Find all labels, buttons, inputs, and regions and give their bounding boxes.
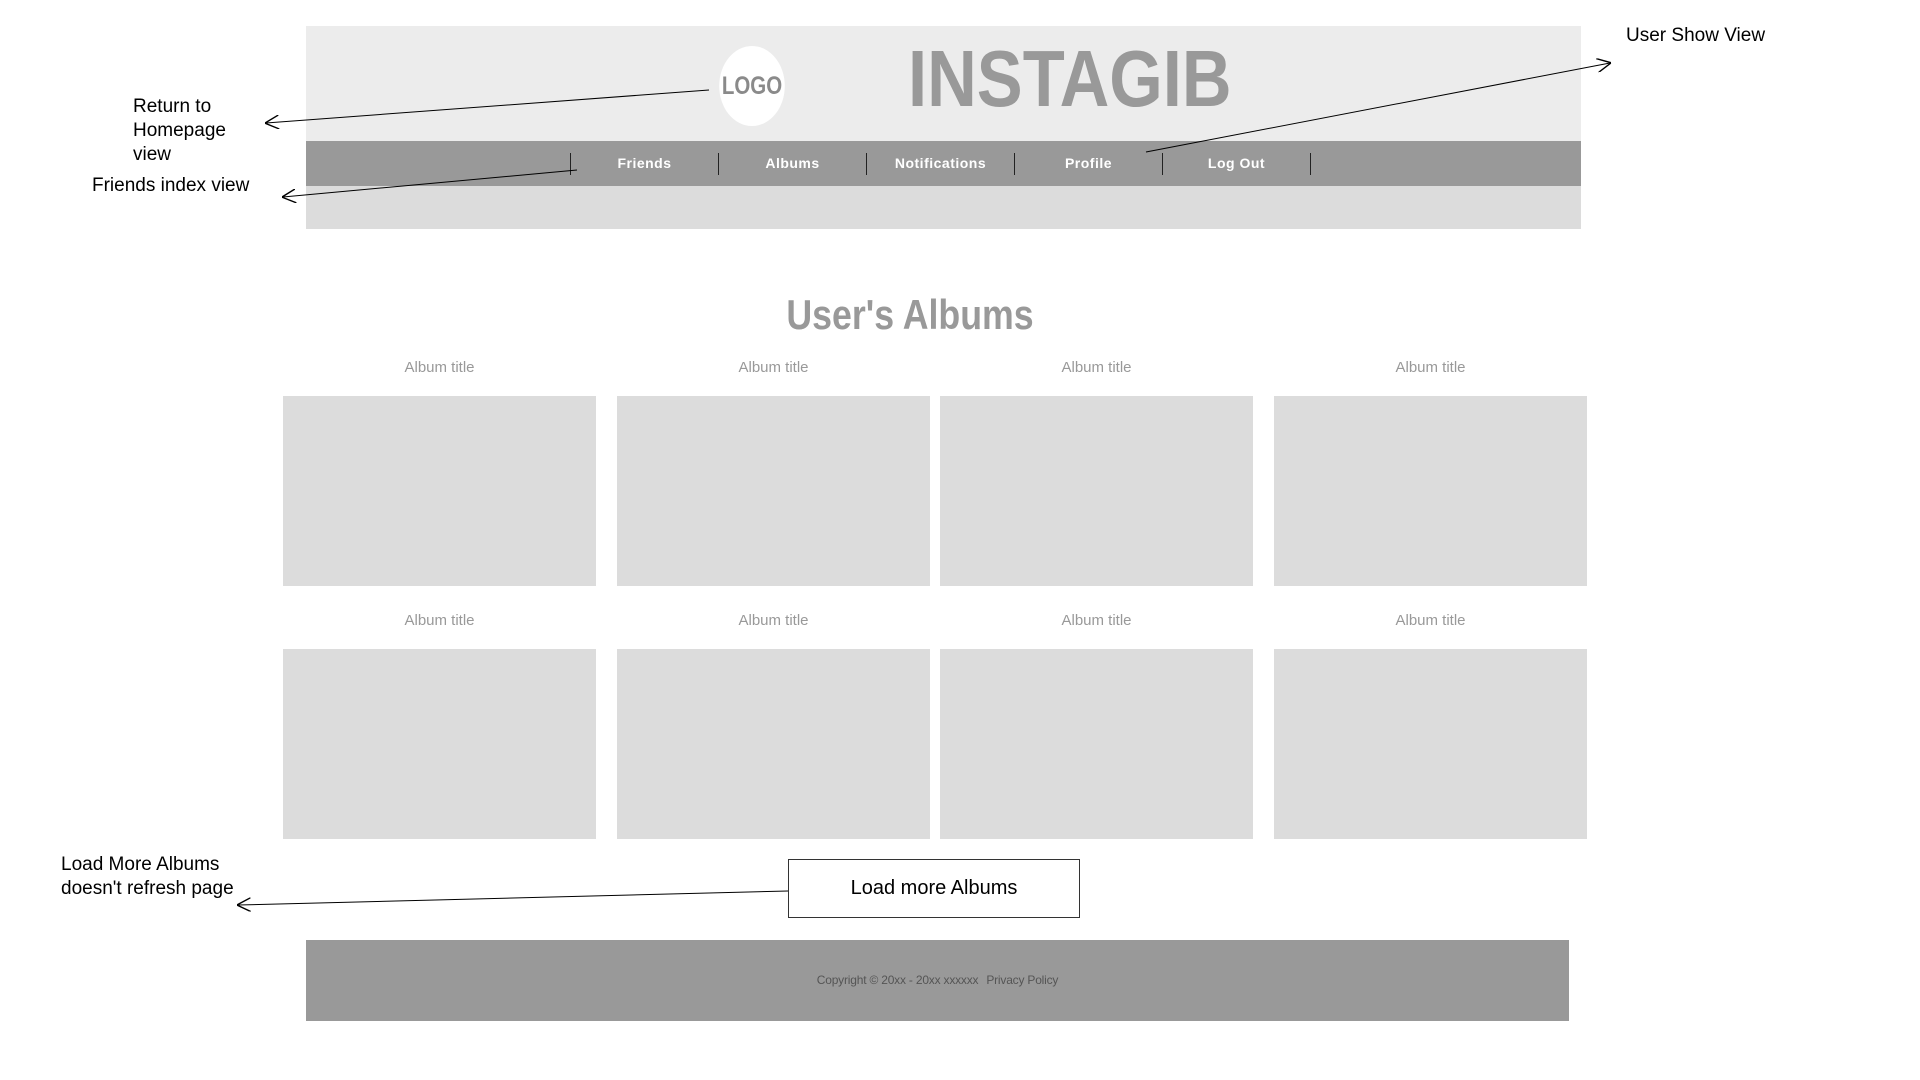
arrow-load-more — [238, 890, 789, 905]
arrow-user-show — [1145, 63, 1610, 153]
arrow-homepage — [266, 89, 710, 123]
annotation-arrows — [0, 0, 1920, 1080]
arrow-friends — [283, 169, 578, 197]
